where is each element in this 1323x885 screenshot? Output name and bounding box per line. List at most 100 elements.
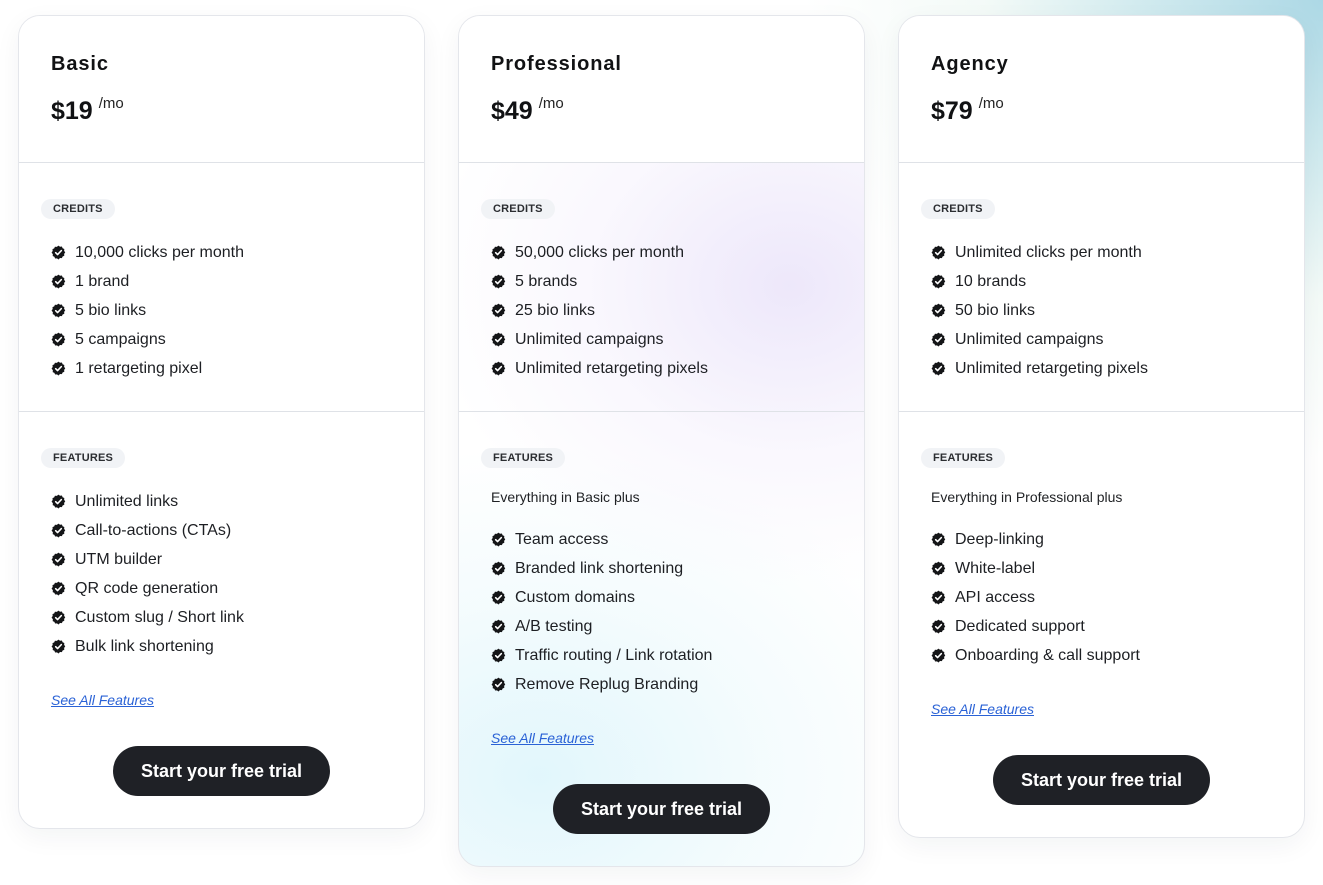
check-badge-icon <box>51 523 66 538</box>
credits-section: CREDITS Unlimited clicks per month 10 bra… <box>899 163 1304 412</box>
list-item-text: Custom domains <box>515 588 636 606</box>
list-item: A/B testing <box>491 612 842 641</box>
list-item: 1 retargeting pixel <box>51 354 402 383</box>
credits-pill: CREDITS <box>921 199 995 219</box>
list-item: Team access <box>491 525 842 554</box>
list-item: 25 bio links <box>491 296 842 325</box>
list-item-text: Branded link shortening <box>515 559 684 577</box>
start-free-trial-button[interactable]: Start your free trial <box>113 746 330 796</box>
list-item: Unlimited campaigns <box>491 325 842 354</box>
list-item: 5 brands <box>491 267 842 296</box>
credits-pill: CREDITS <box>481 199 555 219</box>
list-item: 10 brands <box>931 267 1282 296</box>
list-item: 50 bio links <box>931 296 1282 325</box>
check-badge-icon <box>51 639 66 654</box>
billing-period: /mo <box>538 95 564 112</box>
list-item-text: Unlimited campaigns <box>515 330 664 348</box>
list-item-text: Call-to-actions (CTAs) <box>75 521 232 539</box>
plan-price: $19 <box>51 97 93 125</box>
list-item: Remove Replug Branding <box>491 670 842 699</box>
check-badge-icon <box>491 677 506 692</box>
features-pill: FEATURES <box>921 448 1006 468</box>
start-free-trial-button[interactable]: Start your free trial <box>553 784 770 834</box>
credits-list: Unlimited clicks per month 10 brands 50 bi… <box>921 238 1282 383</box>
check-badge-icon <box>931 561 946 576</box>
list-item: Custom slug / Short link <box>51 603 402 632</box>
list-item-text: API access <box>955 588 1036 606</box>
card-header: Basic $19 /mo <box>19 16 424 163</box>
check-badge-icon <box>51 332 66 347</box>
list-item-text: 5 campaigns <box>75 330 166 348</box>
credits-list: 10,000 clicks per month 1 brand 5 bio link… <box>41 238 402 383</box>
see-all-features-link[interactable]: See All Features <box>931 701 1034 717</box>
check-badge-icon <box>51 552 66 567</box>
list-item-text: Unlimited links <box>75 492 179 510</box>
card-header: Professional $49 /mo <box>459 16 864 163</box>
list-item: 5 bio links <box>51 296 402 325</box>
see-all-features-link[interactable]: See All Features <box>51 692 154 708</box>
list-item-text: Custom slug / Short link <box>75 608 244 626</box>
check-badge-icon <box>491 590 506 605</box>
plan-price: $79 <box>931 97 973 125</box>
list-item-text: Dedicated support <box>955 617 1085 635</box>
start-free-trial-button[interactable]: Start your free trial <box>993 755 1210 805</box>
list-item-text: Unlimited retargeting pixels <box>515 359 708 377</box>
list-item-text: Unlimited clicks per month <box>955 243 1142 261</box>
check-badge-icon <box>51 610 66 625</box>
credits-list: 50,000 clicks per month 5 brands 25 bio li… <box>481 238 842 383</box>
check-badge-icon <box>931 619 946 634</box>
list-item-text: 50,000 clicks per month <box>515 243 684 261</box>
list-item: Dedicated support <box>931 612 1282 641</box>
list-item-text: Onboarding & call support <box>955 646 1140 664</box>
list-item-text: Team access <box>515 530 609 548</box>
features-section: FEATURES Unlimited links Call-to-actions … <box>19 412 424 661</box>
features-list: Unlimited links Call-to-actions (CTAs) UTM… <box>41 487 402 661</box>
list-item-text: 5 bio links <box>75 301 147 319</box>
list-item-text: 50 bio links <box>955 301 1036 319</box>
check-badge-icon <box>491 532 506 547</box>
check-badge-icon <box>491 303 506 318</box>
list-item: Onboarding & call support <box>931 641 1282 670</box>
card-header: Agency $79 /mo <box>899 16 1304 163</box>
list-item-text: Deep-linking <box>955 530 1044 548</box>
check-badge-icon <box>491 561 506 576</box>
check-badge-icon <box>931 361 946 376</box>
price-row: $49 /mo <box>491 96 832 126</box>
list-item: API access <box>931 583 1282 612</box>
check-badge-icon <box>51 303 66 318</box>
list-item-text: Bulk link shortening <box>75 637 214 655</box>
check-badge-icon <box>51 494 66 509</box>
list-item-text: 25 bio links <box>515 301 596 319</box>
list-item-text: 5 brands <box>515 272 578 290</box>
check-badge-icon <box>51 245 66 260</box>
features-list: Deep-linking White-label API access Dedicat… <box>921 525 1282 670</box>
list-item: Unlimited links <box>51 487 402 516</box>
list-item: Unlimited campaigns <box>931 325 1282 354</box>
list-item: 1 brand <box>51 267 402 296</box>
check-badge-icon <box>491 361 506 376</box>
card-footer: See All Features Start your free trial <box>19 692 424 796</box>
see-all-features-link[interactable]: See All Features <box>491 730 594 746</box>
list-item: 50,000 clicks per month <box>491 238 842 267</box>
list-item: Unlimited clicks per month <box>931 238 1282 267</box>
list-item: Call-to-actions (CTAs) <box>51 516 402 545</box>
check-badge-icon <box>491 332 506 347</box>
check-badge-icon <box>931 303 946 318</box>
list-item-text: A/B testing <box>515 617 593 635</box>
list-item: Bulk link shortening <box>51 632 402 661</box>
list-item-text: Unlimited campaigns <box>955 330 1104 348</box>
list-item: Branded link shortening <box>491 554 842 583</box>
plan-name: Basic <box>51 53 109 75</box>
list-item: Unlimited retargeting pixels <box>491 354 842 383</box>
price-row: $79 /mo <box>931 96 1272 126</box>
list-item-text: 1 retargeting pixel <box>75 359 203 377</box>
list-item-text: UTM builder <box>75 550 163 568</box>
list-item-text: Unlimited retargeting pixels <box>955 359 1148 377</box>
list-item: Deep-linking <box>931 525 1282 554</box>
list-item-text: 10,000 clicks per month <box>75 243 244 261</box>
list-item-text: 1 brand <box>75 272 130 290</box>
list-item-text: Remove Replug Branding <box>515 675 699 693</box>
plan-price: $49 <box>491 97 533 125</box>
pricing-card-basic: Basic $19 /mo CREDITS 10,000 clicks per … <box>18 15 425 829</box>
credits-section: CREDITS 50,000 clicks per month 5 brands 2… <box>459 163 864 412</box>
